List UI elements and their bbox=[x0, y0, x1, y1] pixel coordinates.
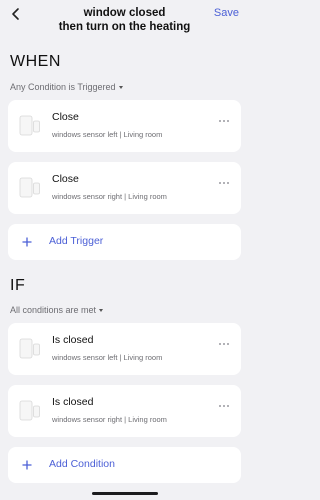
caret-down-icon bbox=[118, 85, 123, 89]
trigger-condition-label: Any Condition is Triggered bbox=[10, 82, 116, 92]
condition-title: Is closed bbox=[52, 334, 94, 346]
add-trigger-label: Add Trigger bbox=[49, 235, 104, 247]
nav-header: window closed then turn on the heating S… bbox=[0, 0, 249, 44]
more-horizontal-icon[interactable] bbox=[218, 181, 230, 185]
condition-card-1[interactable]: Is closed windows sensor left | Living r… bbox=[8, 323, 241, 375]
window-sensor-icon bbox=[19, 400, 40, 421]
condition-device-location: windows sensor right | Living room bbox=[52, 415, 167, 424]
add-trigger-button[interactable]: Add Trigger bbox=[8, 224, 241, 260]
condition-device-location: windows sensor left | Living room bbox=[52, 353, 163, 362]
trigger-title: Close bbox=[52, 111, 79, 123]
window-sensor-icon bbox=[19, 115, 40, 136]
condition-title: Is closed bbox=[52, 396, 94, 408]
save-button[interactable]: Save bbox=[214, 7, 239, 19]
trigger-device-location: windows sensor right | Living room bbox=[52, 192, 167, 201]
trigger-title: Close bbox=[52, 173, 79, 185]
trigger-card-2[interactable]: Close windows sensor right | Living room bbox=[8, 162, 241, 214]
if-section-heading: IF bbox=[10, 277, 26, 294]
chevron-left-icon[interactable] bbox=[9, 6, 23, 22]
more-horizontal-icon[interactable] bbox=[218, 404, 230, 408]
condition-card-2[interactable]: Is closed windows sensor right | Living … bbox=[8, 385, 241, 437]
home-indicator bbox=[92, 492, 158, 495]
trigger-card-1[interactable]: Close windows sensor left | Living room bbox=[8, 100, 241, 152]
more-horizontal-icon[interactable] bbox=[218, 119, 230, 123]
plus-icon bbox=[22, 460, 32, 470]
plus-icon bbox=[22, 237, 32, 247]
when-section-heading: WHEN bbox=[10, 53, 61, 70]
more-horizontal-icon[interactable] bbox=[218, 342, 230, 346]
condition-mode-selector[interactable]: All conditions are met bbox=[10, 305, 104, 315]
condition-mode-label: All conditions are met bbox=[10, 305, 97, 315]
add-condition-button[interactable]: Add Condition bbox=[8, 447, 241, 483]
window-sensor-icon bbox=[19, 177, 40, 198]
trigger-device-location: windows sensor left | Living room bbox=[52, 130, 163, 139]
page-title: window closed then turn on the heating bbox=[58, 7, 191, 33]
add-condition-label: Add Condition bbox=[49, 458, 115, 470]
caret-down-icon bbox=[99, 308, 104, 312]
window-sensor-icon bbox=[19, 338, 40, 359]
trigger-condition-selector[interactable]: Any Condition is Triggered bbox=[10, 82, 123, 92]
